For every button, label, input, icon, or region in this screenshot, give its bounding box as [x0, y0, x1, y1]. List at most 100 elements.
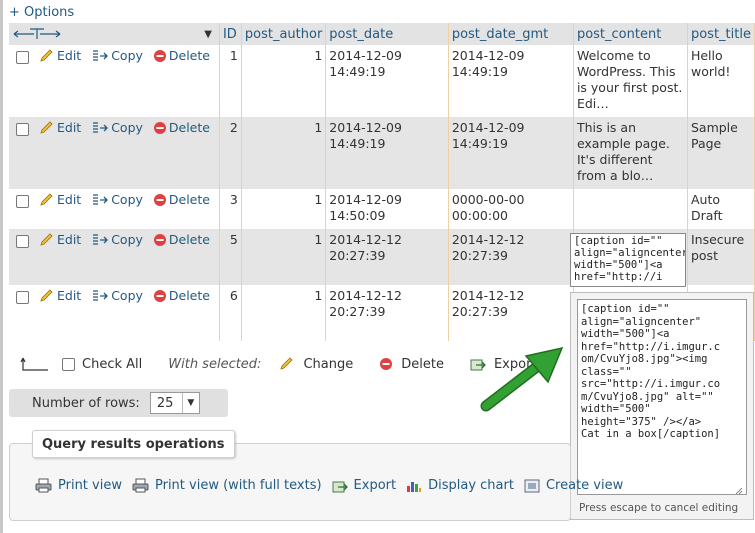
export-icon — [332, 481, 348, 492]
cell-post-author[interactable]: 1 — [241, 45, 327, 117]
delete-icon — [153, 194, 166, 206]
bulk-delete-label: Delete — [401, 356, 444, 372]
copy-label: Copy — [111, 120, 143, 135]
cell-post-date[interactable]: 2014-12-09 14:49:19 — [325, 45, 449, 117]
copy-button[interactable]: Copy — [91, 288, 143, 304]
cell-post-title[interactable]: Auto Draft — [687, 189, 755, 229]
cell-post-date-gmt[interactable]: 2014-12-12 20:27:39 — [448, 229, 574, 285]
cell-post-date-gmt[interactable]: 2014-12-12 20:27:39 — [448, 285, 574, 341]
left-frame-border — [0, 0, 3, 533]
pencil-icon — [280, 357, 294, 370]
row-checkbox[interactable] — [16, 123, 29, 136]
pencil-icon — [40, 121, 53, 134]
delete-button[interactable]: Delete — [153, 232, 210, 248]
cell-post-date[interactable]: 2014-12-09 14:49:19 — [325, 117, 449, 189]
create-view-label: Create view — [545, 478, 624, 493]
delete-label: Delete — [168, 232, 210, 247]
column-sort-dropdown-icon[interactable]: ▼ — [204, 29, 212, 40]
delete-icon — [380, 358, 393, 370]
edit-button[interactable]: Edit — [39, 120, 81, 136]
column-header-post-title[interactable]: post_title — [687, 23, 755, 45]
cell-post-author[interactable]: 1 — [241, 285, 327, 341]
column-header-post-date[interactable]: post_date — [325, 23, 449, 45]
cell-post-date[interactable]: 2014-12-12 20:27:39 — [325, 229, 449, 285]
edit-label: Edit — [56, 48, 82, 63]
copy-icon — [93, 234, 109, 245]
cell-post-title[interactable]: Sample Page — [687, 117, 755, 189]
column-header-post-author[interactable]: post_author — [241, 23, 327, 45]
cell-post-content[interactable]: This is an example page. It's different … — [573, 117, 688, 189]
column-header-post-date-gmt[interactable]: post_date_gmt — [448, 23, 574, 45]
expanded-edit-textarea[interactable]: [caption id="" align="aligncenter" width… — [577, 299, 747, 495]
cell-post-date[interactable]: 2014-12-09 14:50:09 — [325, 189, 449, 229]
select-arrow-icon — [20, 357, 48, 371]
copy-button[interactable]: Copy — [91, 48, 143, 64]
edit-label: Edit — [56, 192, 82, 207]
cell-post-date-gmt[interactable]: 2014-12-09 14:49:19 — [448, 45, 574, 117]
check-all-label: Check All — [82, 356, 143, 372]
annotation-arrow-icon — [480, 346, 564, 412]
cell-id[interactable]: 1 — [219, 45, 242, 117]
cell-id[interactable]: 6 — [219, 285, 242, 341]
column-header-post-content[interactable]: post_content — [573, 23, 688, 45]
printer-icon — [35, 478, 52, 493]
edit-button[interactable]: Edit — [39, 192, 81, 208]
with-selected-label: With selected: — [168, 356, 262, 372]
pencil-icon — [40, 233, 53, 246]
edit-button[interactable]: Edit — [39, 232, 81, 248]
copy-icon — [93, 194, 109, 205]
options-link[interactable]: + Options — [9, 5, 74, 20]
column-header-id[interactable]: ID — [219, 23, 242, 45]
cell-post-title[interactable]: Hello world! — [687, 45, 755, 117]
table-row: Edit Copy Delete 3 1 2014-12-09 14:50:09… — [9, 189, 755, 229]
edit-button[interactable]: Edit — [39, 288, 81, 304]
delete-button[interactable]: Delete — [153, 192, 210, 208]
bulk-delete-button[interactable]: Delete — [379, 357, 444, 372]
cell-post-author[interactable]: 1 — [241, 229, 327, 285]
cell-id[interactable]: 5 — [219, 229, 242, 285]
copy-button[interactable]: Copy — [91, 232, 143, 248]
print-view-link[interactable]: Print view — [35, 478, 122, 493]
cell-post-title[interactable]: Insecure post — [687, 229, 755, 285]
cell-post-date-gmt[interactable]: 0000-00-00 00:00:00 — [448, 189, 574, 229]
cell-post-date-gmt[interactable]: 2014-12-09 14:49:19 — [448, 117, 574, 189]
delete-button[interactable]: Delete — [153, 120, 210, 136]
column-arrows-icon[interactable] — [12, 27, 62, 41]
check-all[interactable]: Check All — [62, 357, 142, 372]
inline-edit-textarea[interactable]: [caption id="" align="aligncenter" width… — [570, 233, 686, 287]
delete-button[interactable]: Delete — [153, 288, 210, 304]
create-view-link[interactable]: Create view — [524, 478, 623, 493]
query-results-links: Print view Print view (with full texts) … — [35, 478, 633, 493]
row-actions: Edit Copy Delete — [9, 229, 220, 285]
delete-label: Delete — [168, 48, 210, 63]
escape-hint: Press escape to cancel editing — [579, 502, 739, 514]
resize-grip-icon[interactable] — [735, 487, 743, 495]
cell-post-date[interactable]: 2014-12-12 20:27:39 — [325, 285, 449, 341]
copy-button[interactable]: Copy — [91, 120, 143, 136]
edit-label: Edit — [56, 288, 82, 303]
cell-post-content[interactable]: Welcome to WordPress. This is your first… — [573, 45, 688, 117]
delete-label: Delete — [168, 192, 210, 207]
copy-button[interactable]: Copy — [91, 192, 143, 208]
number-of-rows-select[interactable]: 25 ▼ — [149, 392, 200, 414]
delete-button[interactable]: Delete — [153, 48, 210, 64]
cell-id[interactable]: 2 — [219, 117, 242, 189]
row-checkbox[interactable] — [16, 235, 29, 248]
cell-post-content[interactable] — [573, 189, 688, 229]
display-chart-link[interactable]: Display chart — [406, 478, 514, 493]
row-checkbox[interactable] — [16, 51, 29, 64]
cell-post-author[interactable]: 1 — [241, 189, 327, 229]
cell-post-author[interactable]: 1 — [241, 117, 327, 189]
check-all-checkbox[interactable] — [62, 357, 75, 371]
export-link[interactable]: Export — [332, 478, 396, 493]
change-button[interactable]: Change — [279, 357, 353, 372]
print-view-full-link[interactable]: Print view (with full texts) — [132, 478, 322, 493]
row-actions: Edit Copy Delete — [9, 189, 220, 229]
bar-chart-icon — [407, 481, 422, 492]
edit-button[interactable]: Edit — [39, 48, 81, 64]
delete-icon — [153, 290, 166, 302]
row-checkbox[interactable] — [16, 291, 29, 304]
row-checkbox[interactable] — [16, 195, 29, 208]
row-actions: Edit Copy Delete — [9, 285, 220, 341]
cell-id[interactable]: 3 — [219, 189, 242, 229]
